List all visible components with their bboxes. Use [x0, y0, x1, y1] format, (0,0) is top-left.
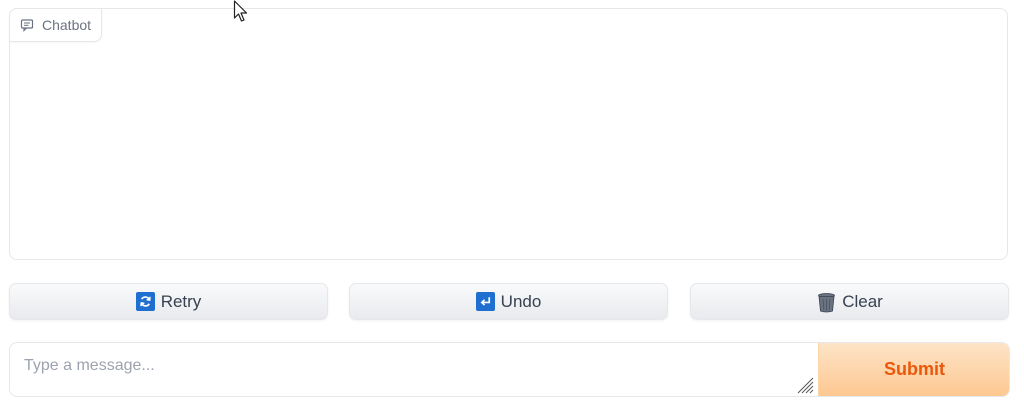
resize-handle-icon[interactable] [796, 376, 814, 396]
mouse-cursor-icon [233, 0, 251, 29]
submit-button[interactable]: Submit [818, 343, 1009, 396]
action-buttons-row: Retry Undo Clear [9, 283, 1009, 320]
chatbot-label-text: Chatbot [42, 17, 92, 33]
undo-button-label: Undo [500, 291, 542, 311]
undo-button[interactable]: Undo [349, 283, 668, 320]
refresh-icon [135, 292, 155, 311]
chatbot-label: Chatbot [9, 8, 103, 42]
chat-bubble-icon [20, 18, 34, 32]
retry-button[interactable]: Retry [9, 283, 328, 320]
retry-button-label: Retry [160, 291, 202, 311]
submit-button-label: Submit [884, 359, 945, 379]
clear-button-label: Clear [842, 291, 883, 311]
clear-button[interactable]: Clear [690, 283, 1009, 320]
trash-icon [816, 291, 836, 313]
undo-arrow-icon [475, 292, 495, 311]
chatbot-panel: Chatbot [9, 8, 1008, 260]
message-input-row: Submit [9, 342, 1010, 397]
message-input[interactable] [10, 343, 818, 396]
